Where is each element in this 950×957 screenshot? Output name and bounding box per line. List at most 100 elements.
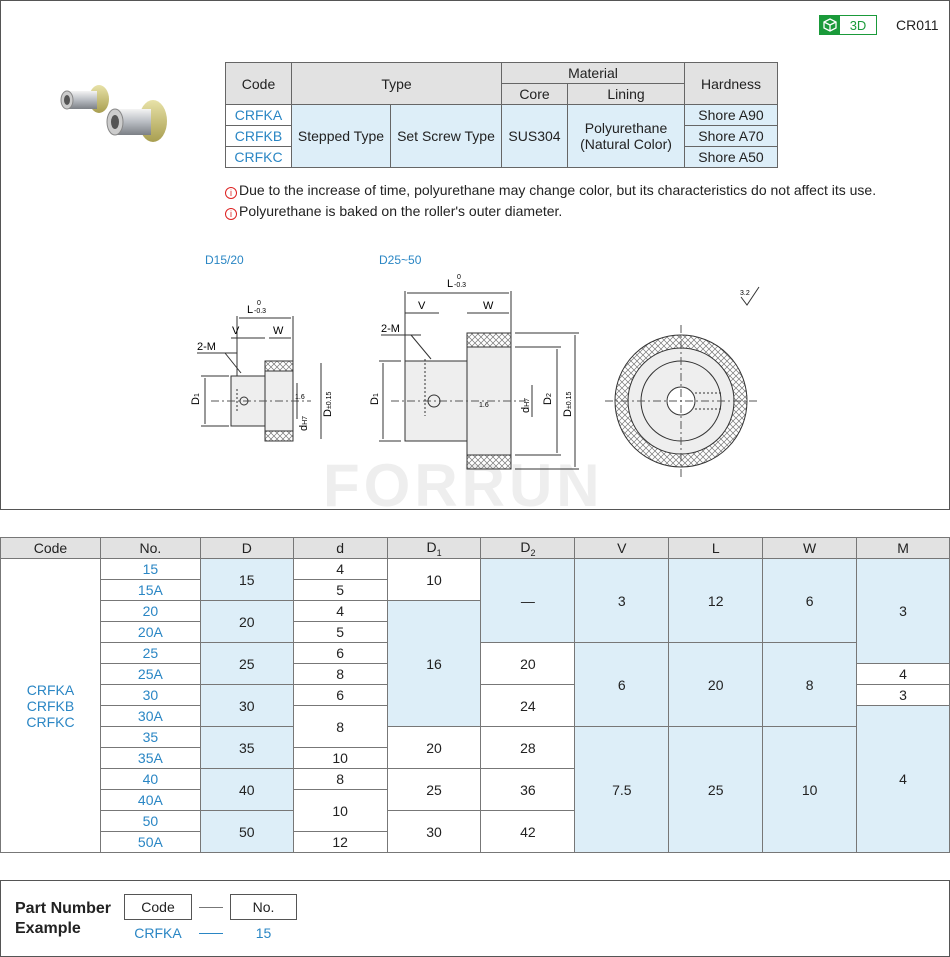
part-number-title: Part Number Example: [15, 899, 111, 939]
note-text: Polyurethane is baked on the roller's ou…: [239, 203, 563, 219]
title-line: Example: [15, 920, 81, 937]
W-cell: 10: [762, 726, 858, 853]
dims-header: D2: [480, 537, 576, 559]
spec-header-lining: Lining: [567, 83, 685, 105]
L-cell: 20: [668, 642, 764, 727]
product-panel: 3D CR011 Code Type Material Hardness Cor…: [0, 0, 950, 519]
L-cell: 25: [668, 726, 764, 853]
label-small: D15/20: [205, 253, 244, 267]
technical-drawing: D15/20 L 0 -0.3 V W 2-M D1 D±0.15 dH7 1.…: [190, 253, 760, 477]
dim-D2-large: D2: [542, 393, 554, 405]
dim-W: W: [273, 325, 284, 337]
dims-header: No.: [99, 537, 201, 559]
dim-D1-large-sub: 1: [373, 393, 380, 397]
dim-D-letter: D: [322, 409, 334, 417]
M-cell: 4: [856, 705, 950, 853]
M-cell: 3: [856, 684, 950, 706]
pn-code-example: CRFKA: [134, 925, 182, 941]
D1-cell: 30: [386, 810, 482, 853]
dim-L-tol-top: 0: [257, 300, 261, 307]
no-cell[interactable]: 40A: [99, 789, 201, 811]
spec-hardness: Shore A50: [684, 146, 778, 168]
D-cell: 25: [199, 642, 294, 685]
no-cell[interactable]: 20: [99, 600, 201, 622]
D1-cell: 16: [386, 600, 482, 727]
dims-header: Code: [0, 537, 101, 559]
lining-line: Polyurethane: [584, 120, 668, 136]
dim-D-large-letter: D: [562, 409, 574, 417]
dim-W-large: W: [483, 300, 494, 312]
spec-hardness: Shore A90: [684, 104, 778, 126]
roughness-large: 1.6: [479, 402, 489, 409]
D2-cell: 42: [480, 810, 576, 853]
no-cell[interactable]: 30: [99, 684, 201, 706]
dim-L-large-tol-top: 0: [457, 274, 461, 281]
D-cell: 40: [199, 768, 294, 811]
no-cell[interactable]: 35: [99, 726, 201, 748]
d-cell: 10: [292, 789, 388, 832]
note-item: i Polyurethane is baked on the roller's o…: [225, 201, 876, 222]
dim-D-tol: ±0.15: [326, 391, 333, 409]
code-link[interactable]: CRFKB: [27, 698, 74, 714]
dim-V: V: [232, 325, 240, 337]
dim-D-large-tol: ±0.15: [566, 391, 573, 409]
code-link[interactable]: CRFKA: [27, 682, 74, 698]
product-photo: [60, 85, 167, 142]
d-cell: 6: [292, 684, 388, 706]
d-cell: 8: [292, 768, 388, 790]
M-cell: 3: [856, 558, 950, 664]
no-cell[interactable]: 40: [99, 768, 201, 790]
no-cell[interactable]: 25: [99, 642, 201, 664]
D-cell: 30: [199, 684, 294, 727]
d-cell: 8: [292, 705, 388, 748]
info-icon: i: [225, 187, 237, 199]
notes: i Due to the increase of time, polyuretha…: [225, 180, 876, 222]
roughness-front: 3.2: [740, 290, 750, 297]
dims-header: M: [856, 537, 950, 559]
code-link[interactable]: CRFKC: [26, 714, 74, 730]
D2-cell: 24: [480, 684, 576, 727]
dim-d-large: dH7: [520, 398, 532, 413]
no-cell[interactable]: 25A: [99, 663, 201, 685]
no-cell[interactable]: 20A: [99, 621, 201, 643]
D-cell: 35: [199, 726, 294, 769]
V-cell: 6: [574, 642, 670, 727]
3d-button[interactable]: 3D: [819, 15, 877, 35]
D2-cell: 28: [480, 726, 576, 769]
dim-D1-letter: D: [190, 397, 202, 405]
dim-D: D±0.15: [322, 391, 334, 417]
title-line: Part Number: [15, 900, 112, 917]
no-cell[interactable]: 30A: [99, 705, 201, 727]
d-cell: 5: [292, 621, 388, 643]
V-cell: 3: [574, 558, 670, 643]
D-cell: 20: [199, 600, 294, 643]
D2-cell: 36: [480, 768, 576, 811]
pn-code-box: Code: [124, 894, 192, 920]
M-cell: 4: [856, 663, 950, 685]
dims-header-letter: D: [520, 538, 531, 555]
D1-cell: 10: [386, 558, 482, 601]
spec-code[interactable]: CRFKC: [225, 146, 292, 168]
dim-L-large-tol-bot: -0.3: [454, 282, 466, 289]
dim-M-large: 2-M: [381, 323, 400, 335]
dimension-table: Code No. D d D1 D2 V L W M CRFKA CRFKB CRF…: [0, 537, 950, 853]
d-cell: 10: [292, 747, 388, 769]
no-cell[interactable]: 50: [99, 810, 201, 832]
spec-core: SUS304: [501, 104, 568, 168]
dims-header: d: [292, 537, 388, 559]
D1-cell: 25: [386, 768, 482, 811]
no-cell[interactable]: 15: [99, 558, 201, 580]
dim-L-tol-bot: -0.3: [254, 308, 266, 315]
spec-hardness: Shore A70: [684, 125, 778, 147]
spec-code[interactable]: CRFKB: [225, 125, 292, 147]
no-cell[interactable]: 15A: [99, 579, 201, 601]
dims-header: D1: [386, 537, 482, 559]
pn-no-box: No.: [230, 894, 297, 920]
part-number-example: Part Number Example Code No. CRFKA 15: [0, 880, 950, 957]
dims-header: V: [574, 537, 670, 559]
note-text: Due to the increase of time, polyurethan…: [239, 182, 877, 198]
W-cell: 6: [762, 558, 858, 643]
no-cell[interactable]: 50A: [99, 831, 201, 853]
spec-code[interactable]: CRFKA: [225, 104, 292, 126]
no-cell[interactable]: 35A: [99, 747, 201, 769]
